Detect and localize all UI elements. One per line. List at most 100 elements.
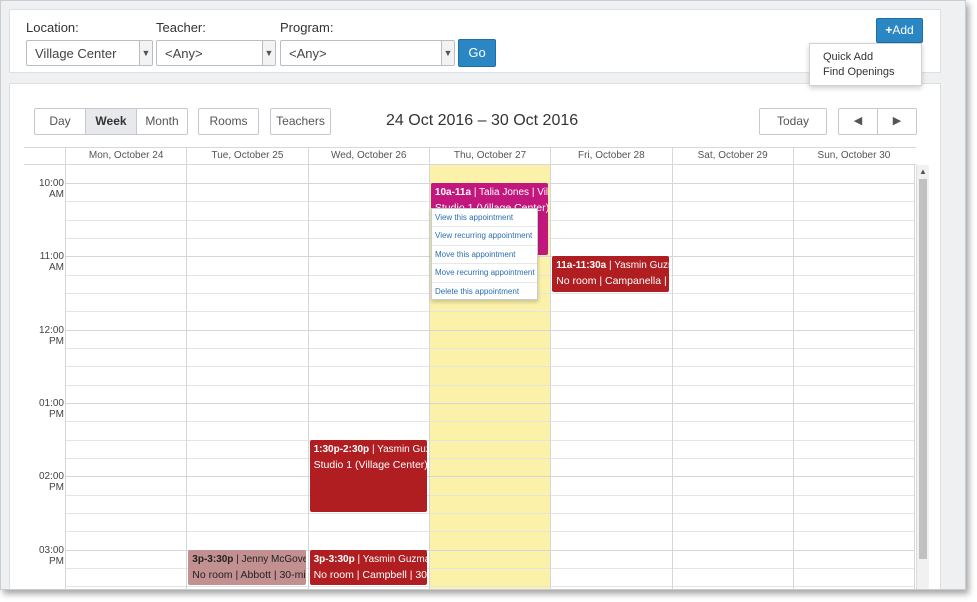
rooms-button[interactable]: Rooms [198, 108, 259, 135]
day-column-header: Fri, October 28 [550, 148, 671, 165]
day-column-divider [186, 165, 188, 589]
program-select[interactable]: <Any> ▼ [280, 40, 455, 66]
day-column-header: Mon, October 24 [65, 148, 186, 165]
find-openings-menu-item[interactable]: Find Openings [810, 65, 921, 80]
event-details: No room | Campanella | 30-min [556, 275, 669, 288]
appointment-event[interactable]: 3p-3:30p | Yasmin GuzmanNo room | Campbe… [309, 549, 427, 586]
day-column-divider [307, 165, 309, 589]
context-menu-item[interactable]: View recurring appointment [432, 227, 537, 246]
day-column-divider [914, 165, 916, 589]
location-select-value: Village Center [35, 46, 117, 61]
event-time: 10a-11a [434, 187, 472, 198]
time-label: 01:00 PM [38, 397, 64, 420]
time-label: 12:00 PM [38, 324, 64, 347]
vertical-scrollbar[interactable]: ▲ [916, 165, 929, 589]
appointment-event[interactable]: 3p-3:30p | Jenny McGovernNo room | Abbot… [188, 549, 306, 586]
program-label: Program: [280, 20, 334, 35]
add-dropdown-menu: Quick Add Find Openings [809, 43, 922, 86]
quick-add-menu-item[interactable]: Quick Add [810, 50, 921, 65]
go-button[interactable]: Go [458, 39, 496, 67]
event-title: 3p-3:30p | Jenny McGovern [192, 553, 305, 567]
day-column-divider [65, 165, 66, 589]
day-column-divider [428, 165, 430, 589]
hour-line [65, 476, 915, 478]
appointment-event[interactable]: 11a-11:30a | Yasmin Guzman No room | Camp… [552, 256, 670, 292]
slot-line [65, 384, 915, 386]
event-details: No room | Campbell | 30-min [313, 568, 427, 581]
event-teacher: | Yasmin Guzman [371, 443, 427, 455]
slot-line [65, 512, 915, 514]
context-menu-item[interactable]: Move this appointment [432, 246, 537, 265]
day-column-divider [671, 165, 673, 589]
event-teacher: | Yasmin Guzman [357, 553, 426, 565]
event-time: 3p-3:30p [192, 553, 234, 565]
day-column-divider [550, 165, 552, 589]
time-label: 02:00 PM [38, 471, 64, 494]
today-button[interactable]: Today [759, 108, 827, 135]
month-view-button[interactable]: Month [136, 108, 188, 135]
week-view-button[interactable]: Week [85, 108, 137, 135]
scroll-up-icon[interactable]: ▲ [917, 166, 929, 178]
event-title: 10a-11a | Talia Jones | Village Center [434, 186, 548, 200]
hour-line [65, 402, 915, 404]
app-window: Location: Teacher: Program: Village Cent… [0, 0, 966, 590]
slot-line [65, 421, 915, 423]
slot-line [65, 366, 915, 368]
teachers-button[interactable]: Teachers [270, 108, 331, 135]
chevron-down-icon: ▼ [441, 41, 454, 65]
event-time: 1:30p-2:30p [313, 443, 370, 455]
chevron-down-icon: ▼ [139, 41, 152, 65]
context-menu-item[interactable]: Move recurring appointment [432, 264, 537, 283]
day-column-header: Sat, October 29 [671, 148, 793, 165]
day-column-divider [792, 165, 794, 589]
location-select[interactable]: Village Center ▼ [26, 40, 153, 66]
day-column-header: Thu, October 27 [428, 148, 550, 165]
time-label: 11:00 AM [39, 251, 64, 274]
appointment-context-menu: View this appointment View recurring appo… [431, 208, 538, 300]
filter-panel: Location: Teacher: Program: Village Cent… [9, 9, 941, 73]
scrollbar-thumb[interactable] [919, 179, 927, 559]
appointment-event[interactable]: 1:30p-2:30p | Yasmin GuzmanStudio 1 (Vil… [309, 439, 427, 512]
date-range-title: 24 Oct 2016 – 30 Oct 2016 [386, 112, 579, 129]
location-label: Location: [26, 20, 79, 35]
event-details: No room | Abbott | 30-min [192, 568, 306, 581]
day-view-button[interactable]: Day [34, 108, 86, 135]
slot-line [65, 439, 915, 441]
teacher-select-value: <Any> [165, 46, 203, 61]
next-week-button[interactable]: ▶ [877, 108, 917, 135]
event-title: 11a-11:30a | Yasmin Guzman [556, 259, 669, 273]
chevron-down-icon: ▼ [262, 41, 275, 65]
event-teacher: | Talia Jones | Village Center [473, 187, 549, 198]
event-title: 3p-3:30p | Yasmin Guzman [313, 553, 427, 567]
slot-line [65, 347, 915, 349]
previous-week-button[interactable]: ◀ [838, 108, 878, 135]
triangle-left-icon: ◀ [853, 115, 863, 127]
slot-line [65, 531, 915, 533]
hour-line [65, 329, 915, 331]
slot-line [65, 494, 915, 496]
time-label: 10:00 AM [38, 178, 64, 200]
context-menu-item[interactable]: Delete this appointment [432, 283, 537, 301]
event-teacher: | Yasmin Guzman [609, 260, 669, 272]
day-column-header: Tue, October 25 [186, 148, 307, 165]
event-details: Studio 1 (Village Center) [313, 458, 427, 471]
time-label: 03:00 PM [38, 544, 64, 567]
day-column-header: Wed, October 26 [307, 148, 429, 165]
teacher-select[interactable]: <Any> ▼ [156, 40, 276, 66]
program-select-value: <Any> [289, 46, 327, 61]
add-button-label: Add [892, 23, 914, 37]
event-time: 11a-11:30a [556, 260, 607, 272]
slot-line [65, 586, 915, 588]
triangle-right-icon: ▶ [892, 115, 902, 127]
slot-line [65, 457, 915, 459]
context-menu-item[interactable]: View this appointment [432, 209, 537, 228]
slot-line [65, 311, 915, 313]
day-column-header: Sun, October 30 [792, 148, 914, 165]
teacher-label: Teacher: [156, 20, 206, 35]
event-title: 1:30p-2:30p | Yasmin Guzman [313, 443, 427, 457]
event-teacher: | Jenny McGovern [236, 553, 305, 565]
event-time: 3p-3:30p [313, 553, 355, 565]
add-button[interactable]: +Add [876, 18, 923, 43]
calendar-panel: Day Week Month Rooms Teachers 24 Oct 201… [9, 83, 941, 589]
day-header-row: Mon, October 24 Tue, October 25 Wed, Octob… [24, 147, 916, 165]
